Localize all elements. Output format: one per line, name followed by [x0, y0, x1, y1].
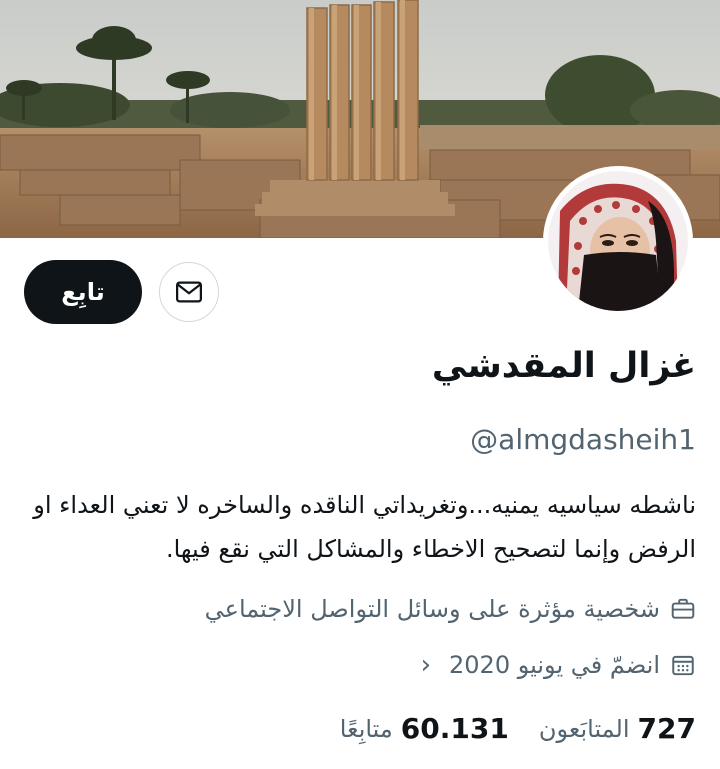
avatar-image: [548, 171, 688, 311]
followers-link[interactable]: 60.131 متابِعًا: [340, 712, 509, 745]
user-handle: @almgdasheih1: [470, 423, 696, 456]
follow-button[interactable]: تابِع: [24, 260, 142, 324]
following-label: المتابَعون: [538, 714, 630, 743]
following-link[interactable]: 727 المتابَعون: [539, 712, 696, 745]
message-button[interactable]: [159, 262, 219, 322]
following-count: 727: [637, 712, 696, 745]
display-name: غزال المقدشي: [431, 346, 696, 386]
profile-stats: 727 المتابَعون 60.131 متابِعًا: [340, 712, 696, 745]
chevron-left-icon[interactable]: ‹: [421, 650, 431, 680]
envelope-icon: [176, 281, 202, 303]
calendar-icon: [672, 655, 694, 676]
profile-category: شخصية مؤثرة على وسائل التواصل الاجتماعي: [205, 595, 696, 623]
followers-count: 60.131: [400, 712, 509, 745]
profile-avatar[interactable]: [543, 166, 693, 316]
briefcase-icon: [671, 598, 695, 619]
followers-label: متابِعًا: [339, 714, 393, 743]
profile-joined[interactable]: انضمّ في يونيو 2020 ‹: [421, 650, 696, 680]
joined-label: انضمّ في يونيو 2020: [449, 651, 660, 679]
category-label[interactable]: شخصية مؤثرة على وسائل التواصل الاجتماعي: [205, 595, 660, 623]
profile-bio: ناشطه سياسيه يمنيه...وتغريداتي الناقده و…: [33, 491, 696, 563]
